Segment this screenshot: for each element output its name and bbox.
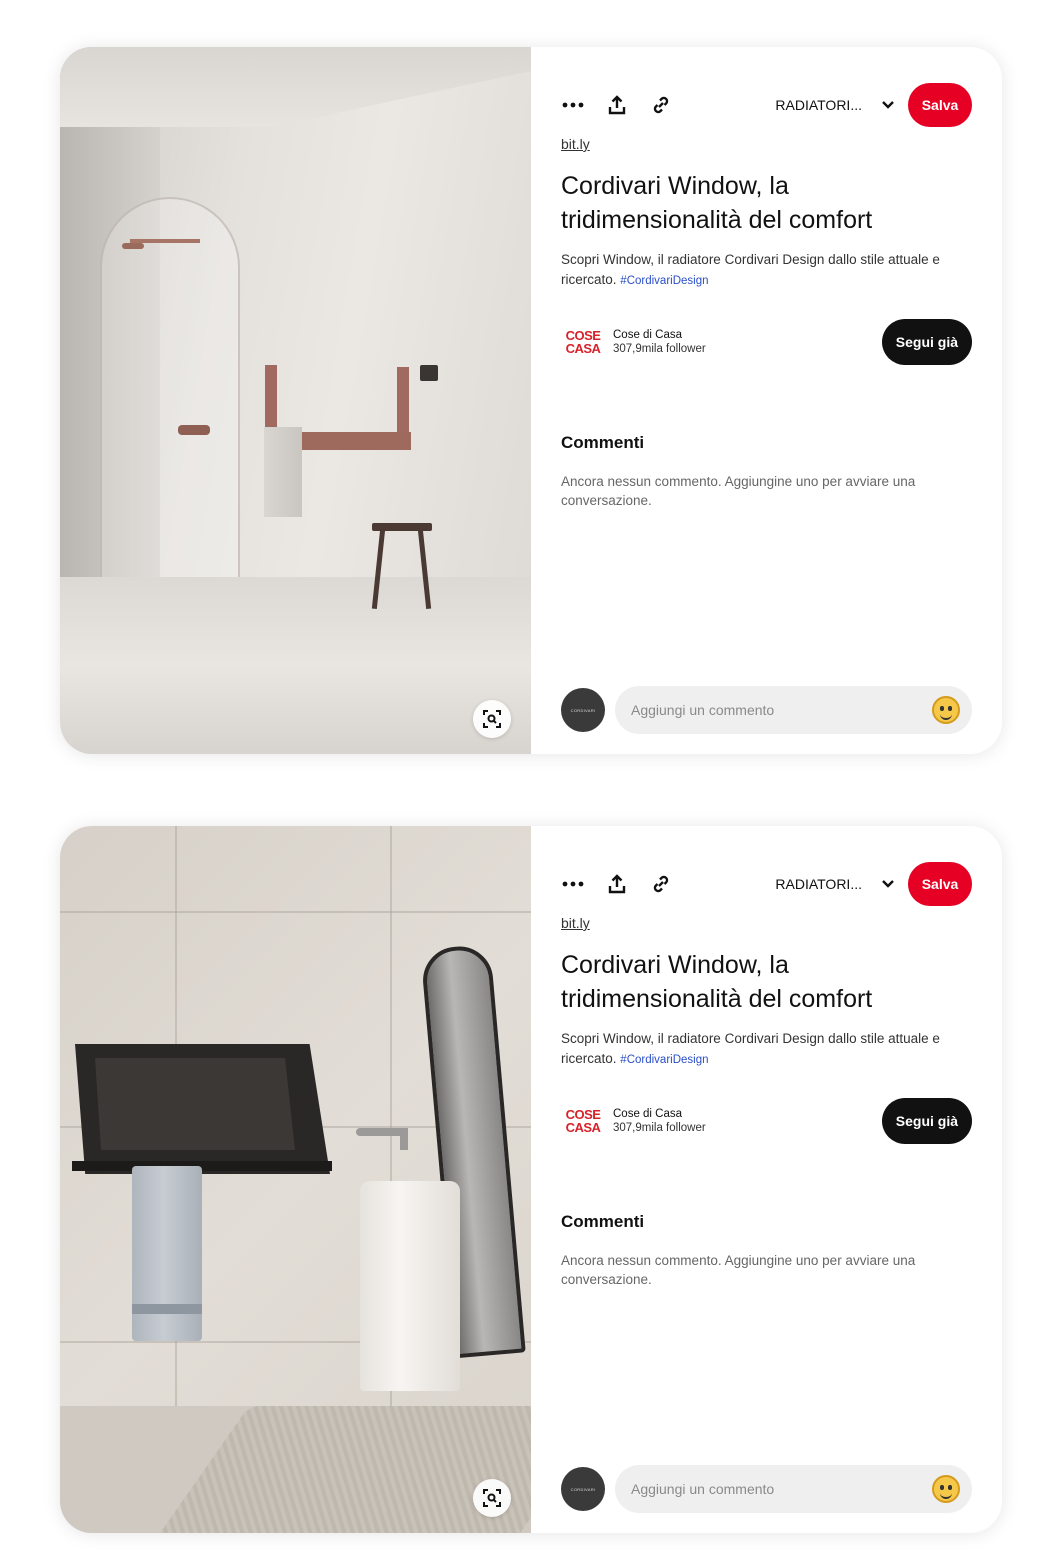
emoji-icon[interactable] (932, 696, 960, 724)
link-icon (653, 875, 669, 893)
pin-image[interactable] (60, 47, 531, 754)
page: RADIATORI... Salva bit.ly Cordivari Wind… (0, 0, 1040, 1559)
creator-info: Cose di Casa 307,9mila follower (613, 1108, 706, 1134)
comment-input-wrapper (615, 686, 972, 734)
pin-toolbar: RADIATORI... Salva (561, 83, 972, 127)
save-button[interactable]: Salva (908, 862, 972, 906)
save-button[interactable]: Salva (908, 83, 972, 127)
photo-sink (360, 1181, 460, 1391)
copy-link-button[interactable] (643, 87, 679, 123)
comment-bar: CORDIVARI (561, 686, 972, 734)
creator-logo[interactable]: COSE CASA (561, 320, 605, 364)
visual-search-icon (483, 1489, 501, 1507)
creator-name[interactable]: Cose di Casa (613, 1108, 706, 1120)
comments-heading: Commenti (561, 1212, 645, 1231)
source-link[interactable]: bit.ly (561, 915, 590, 931)
pin-details: RADIATORI... Salva bit.ly Cordivari Wind… (531, 47, 1002, 754)
link-icon (653, 96, 669, 114)
follow-button[interactable]: Segui già (881, 319, 972, 365)
creator-logo[interactable]: COSE CASA (561, 1099, 605, 1143)
board-name: RADIATORI... (775, 876, 862, 892)
board-name: RADIATORI... (775, 97, 862, 113)
follow-button[interactable]: Segui già (881, 1098, 972, 1144)
pin-title: Cordivari Window, la tridimensionalità d… (561, 951, 873, 1013)
creator-logo-line: CASA (565, 341, 601, 356)
pin-title: Cordivari Window, la tridimensionalità d… (561, 172, 873, 234)
share-icon (608, 874, 626, 894)
photo-towel-bar (72, 1161, 332, 1171)
pin-photo-bathroom-sink (60, 826, 531, 1533)
pin-image[interactable] (60, 826, 531, 1533)
board-selector[interactable]: RADIATORI... (775, 876, 894, 892)
comments-empty-message: Ancora nessun commento. Aggiungine uno p… (561, 474, 916, 508)
more-button[interactable] (555, 866, 591, 902)
visual-search-button[interactable] (473, 1479, 511, 1517)
photo-floor (60, 577, 531, 754)
photo-thermostat (420, 365, 438, 381)
more-icon (562, 102, 584, 108)
pin-card: RADIATORI... Salva bit.ly Cordivari Wind… (60, 826, 1002, 1533)
photo-towel (132, 1166, 202, 1341)
emoji-icon[interactable] (932, 1475, 960, 1503)
more-icon (562, 881, 584, 887)
pin-photo-bathroom-shower (60, 47, 531, 754)
photo-tap-spout (400, 1128, 408, 1150)
photo-shower-glass (100, 197, 240, 577)
share-icon (608, 95, 626, 115)
more-button[interactable] (555, 87, 591, 123)
comment-input-wrapper (615, 1465, 972, 1513)
comments-empty-message: Ancora nessun commento. Aggiungine uno p… (561, 1253, 916, 1287)
creator-info: Cose di Casa 307,9mila follower (613, 329, 706, 355)
pin-description: Scopri Window, il radiatore Cordivari De… (561, 250, 971, 291)
pin-toolbar: RADIATORI... Salva (561, 862, 972, 906)
board-selector[interactable]: RADIATORI... (775, 97, 894, 113)
photo-towel (264, 427, 302, 517)
chevron-down-icon (882, 880, 894, 888)
photo-tap (356, 1128, 406, 1136)
creator-name[interactable]: Cose di Casa (613, 329, 706, 341)
pin-details: RADIATORI... Salva bit.ly Cordivari Wind… (531, 826, 1002, 1533)
creator-logo-line: CASA (565, 1120, 601, 1135)
avatar[interactable]: CORDIVARI (561, 688, 605, 732)
comment-input[interactable] (615, 1465, 932, 1513)
pin-description: Scopri Window, il radiatore Cordivari De… (561, 1029, 971, 1070)
source-link[interactable]: bit.ly (561, 136, 590, 152)
hashtag-link[interactable]: #CordivariDesign (620, 1054, 708, 1066)
visual-search-button[interactable] (473, 700, 511, 738)
share-button[interactable] (599, 866, 635, 902)
pin-card: RADIATORI... Salva bit.ly Cordivari Wind… (60, 47, 1002, 754)
visual-search-icon (483, 710, 501, 728)
creator-followers: 307,9mila follower (613, 343, 706, 355)
avatar[interactable]: CORDIVARI (561, 1467, 605, 1511)
photo-shower-head (122, 243, 144, 249)
comments-heading: Commenti (561, 433, 645, 452)
copy-link-button[interactable] (643, 866, 679, 902)
creator-row: COSE CASA Cose di Casa 307,9mila followe… (561, 317, 972, 367)
share-button[interactable] (599, 87, 635, 123)
photo-shower-valve (178, 425, 210, 435)
pin-description-text: Scopri Window, il radiatore Cordivari De… (561, 252, 940, 287)
creator-row: COSE CASA Cose di Casa 307,9mila followe… (561, 1096, 972, 1146)
photo-radiator-inner (95, 1058, 295, 1150)
photo-towel-stripe (132, 1304, 202, 1314)
hashtag-link[interactable]: #CordivariDesign (620, 275, 708, 287)
chevron-down-icon (882, 101, 894, 109)
pin-description-text: Scopri Window, il radiatore Cordivari De… (561, 1031, 940, 1066)
photo-tile-line (60, 911, 531, 913)
creator-followers: 307,9mila follower (613, 1122, 706, 1134)
comment-input[interactable] (615, 686, 932, 734)
comment-bar: CORDIVARI (561, 1465, 972, 1513)
